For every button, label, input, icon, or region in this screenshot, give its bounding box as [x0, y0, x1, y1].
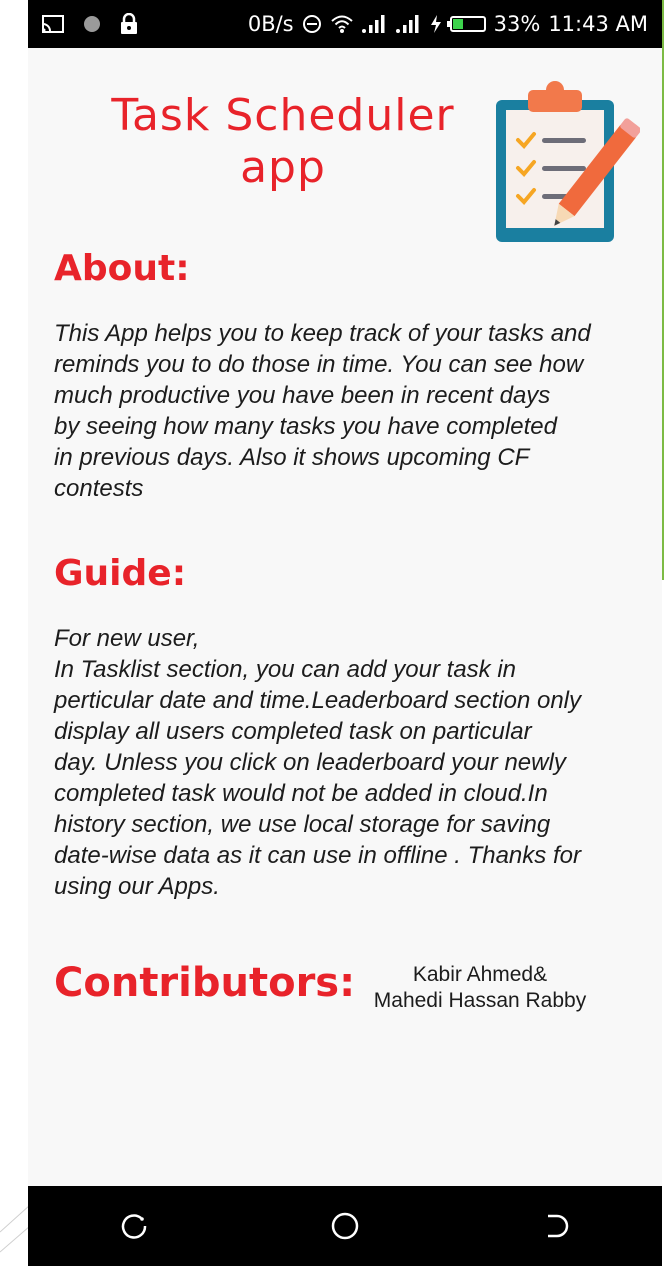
contributors-names: Kabir Ahmed& Mahedi Hassan Rabby [373, 963, 587, 1012]
data-saver-icon [302, 15, 321, 33]
contributors-heading: Contributors: [54, 960, 356, 1006]
status-bar: 0B/s 33% 11:43 AM [28, 0, 662, 48]
back-icon [548, 1214, 569, 1238]
back-button[interactable] [526, 1196, 586, 1256]
network-speed: 0B/s [247, 12, 294, 36]
recent-apps-button[interactable] [104, 1196, 164, 1256]
phone-screen: 0B/s 33% 11:43 AM Task Scheduler app Abo… [28, 0, 662, 1266]
cast-icon [42, 15, 64, 33]
guide-text: For new user, In Tasklist section, you c… [54, 625, 581, 900]
home-icon [331, 1212, 359, 1240]
about-text: This App helps you to keep track of your… [54, 320, 591, 502]
recent-apps-icon [121, 1214, 146, 1239]
app-title: Task Scheduler app [111, 90, 455, 193]
status-bar-right: 0B/s 33% 11:43 AM [248, 12, 662, 36]
wifi-icon [330, 15, 353, 33]
clipboard-checklist-icon [496, 81, 640, 242]
signal-icon-2 [395, 15, 419, 33]
battery-percent: 33% [493, 12, 541, 36]
clock: 11:43 AM [548, 12, 648, 36]
app-header: Task Scheduler app [28, 70, 662, 250]
lock-icon [121, 13, 137, 34]
battery-fill [452, 19, 463, 29]
home-button[interactable] [315, 1196, 375, 1256]
record-dot-icon [84, 16, 100, 32]
guide-heading: Guide: [54, 553, 187, 594]
signal-icon [361, 15, 385, 33]
status-bar-left [28, 13, 138, 35]
battery-icon [446, 16, 486, 32]
about-heading: About: [54, 248, 190, 289]
navigation-bar [28, 1186, 662, 1266]
charging-icon [430, 15, 441, 33]
